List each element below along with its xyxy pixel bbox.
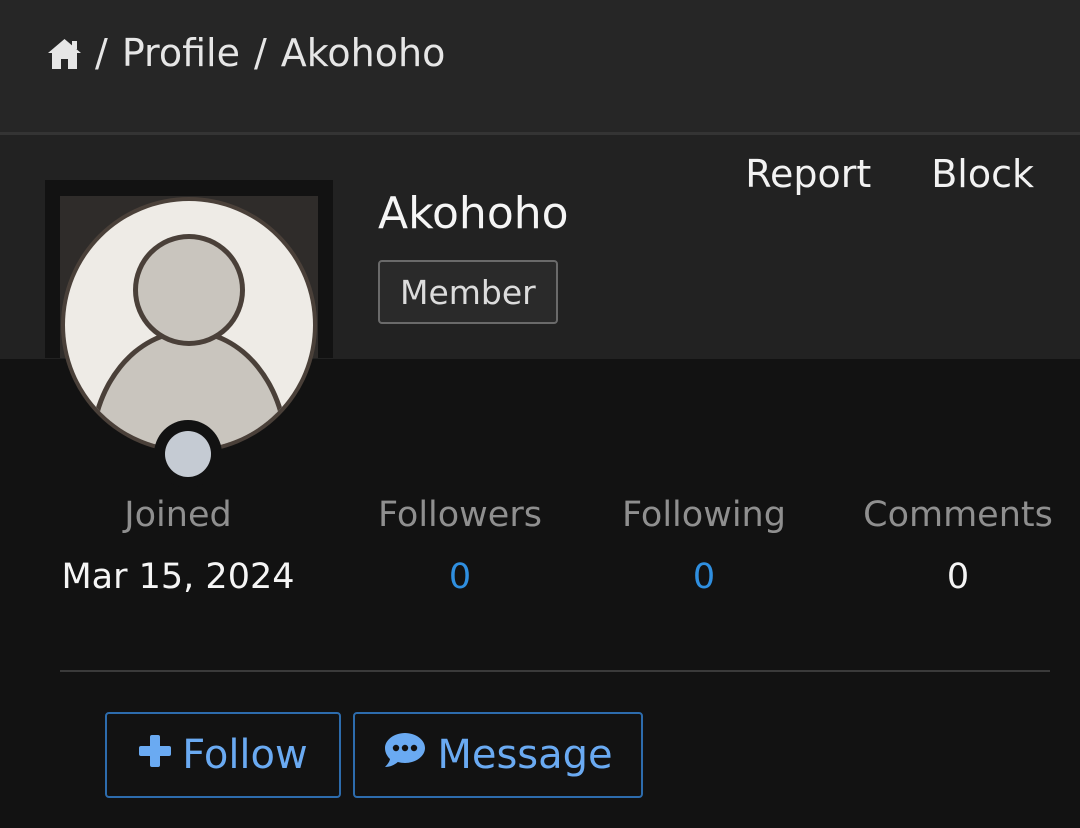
role-badge-label: Member: [400, 272, 536, 312]
profile-page: / Profile / Akohoho Report Block Akohoho…: [0, 0, 1080, 828]
message-button-label: Message: [437, 732, 613, 778]
block-link[interactable]: Block: [931, 152, 1034, 196]
joined-date: Mar 15, 2024: [61, 557, 295, 597]
role-badge: Member: [378, 260, 558, 324]
breadcrumb-item-profile[interactable]: Profile: [122, 31, 240, 75]
home-icon[interactable]: [46, 36, 83, 70]
breadcrumb: / Profile / Akohoho: [46, 26, 459, 80]
profile-actions: Report Block: [745, 152, 1034, 196]
comments-count: 0: [946, 557, 970, 597]
follow-button[interactable]: Follow: [105, 712, 341, 798]
stat-label: Following: [622, 495, 786, 535]
message-button[interactable]: Message: [353, 712, 643, 798]
plus-icon: [138, 732, 172, 778]
stat-comments: Comments 0: [848, 492, 1068, 600]
profile-username: Akohoho: [378, 188, 569, 239]
stat-following: Following 0: [594, 492, 814, 600]
follow-button-label: Follow: [182, 732, 308, 778]
stat-label: Followers: [378, 495, 542, 535]
breadcrumb-bar: / Profile / Akohoho: [0, 0, 1080, 132]
following-count-link[interactable]: 0: [594, 554, 814, 600]
content-divider: [60, 670, 1050, 672]
online-status-dot: [165, 431, 211, 477]
stat-label: Joined: [124, 495, 232, 535]
stat-followers: Followers 0: [350, 492, 570, 600]
breadcrumb-item-current: Akohoho: [280, 31, 446, 75]
stat-joined: Joined Mar 15, 2024: [40, 492, 316, 600]
breadcrumb-separator: /: [95, 31, 108, 75]
breadcrumb-separator: /: [253, 31, 267, 75]
chat-bubble-icon: [383, 731, 427, 779]
default-user-avatar-icon: [61, 197, 317, 453]
report-link[interactable]: Report: [745, 152, 871, 196]
avatar: [57, 193, 321, 457]
followers-count-link[interactable]: 0: [350, 554, 570, 600]
stat-label: Comments: [863, 495, 1053, 535]
